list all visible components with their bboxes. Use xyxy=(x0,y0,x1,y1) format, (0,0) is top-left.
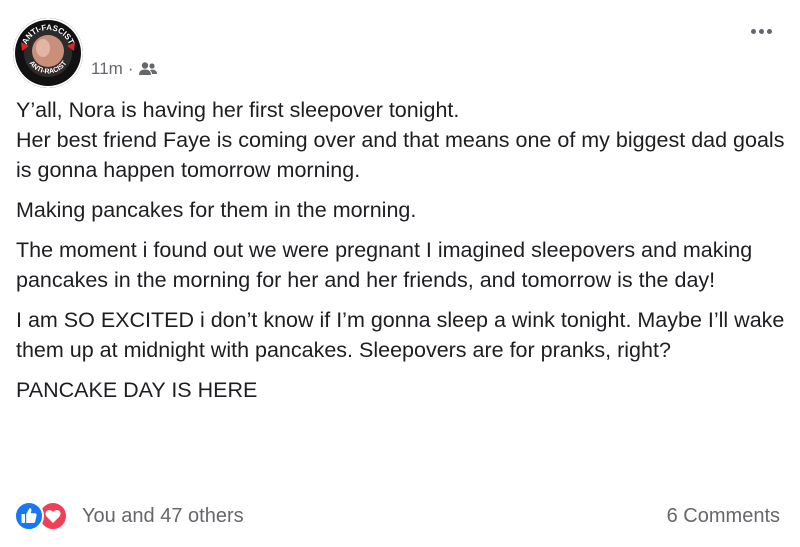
reactions-summary[interactable]: You and 47 others xyxy=(14,501,244,531)
reactions-count[interactable]: You and 47 others xyxy=(82,505,244,528)
post-text: Y’all, Nora is having her first sleepove… xyxy=(16,95,786,415)
reaction-icons xyxy=(14,501,74,531)
post-meta: 11m · xyxy=(91,58,158,80)
like-icon xyxy=(14,501,44,531)
post-card: ANTI-FASCIST ANTI-RACIST 11m · Y’all, No… xyxy=(0,0,800,547)
post-paragraph: Making pancakes for them in the morning. xyxy=(16,198,417,222)
more-options-icon[interactable] xyxy=(746,22,776,40)
post-footer: You and 47 others 6 Comments xyxy=(14,499,780,533)
meta-separator: · xyxy=(127,59,134,78)
post-paragraph: The moment i found out we were pregnant … xyxy=(16,238,753,292)
post-timestamp[interactable]: 11m xyxy=(91,59,123,79)
more-dot xyxy=(766,28,772,34)
anti-fascist-badge-avatar-icon: ANTI-FASCIST ANTI-RACIST xyxy=(13,18,83,88)
comments-count[interactable]: 6 Comments xyxy=(667,505,780,528)
friends-icon[interactable] xyxy=(138,61,158,77)
profile-avatar[interactable]: ANTI-FASCIST ANTI-RACIST xyxy=(13,18,83,88)
post-paragraph: Y’all, Nora is having her first sleepove… xyxy=(16,98,785,182)
more-dot xyxy=(758,28,764,34)
more-dot xyxy=(750,28,756,34)
post-paragraph: PANCAKE DAY IS HERE xyxy=(16,378,258,402)
post-paragraph: I am SO EXCITED i don’t know if I’m gonn… xyxy=(16,308,785,362)
